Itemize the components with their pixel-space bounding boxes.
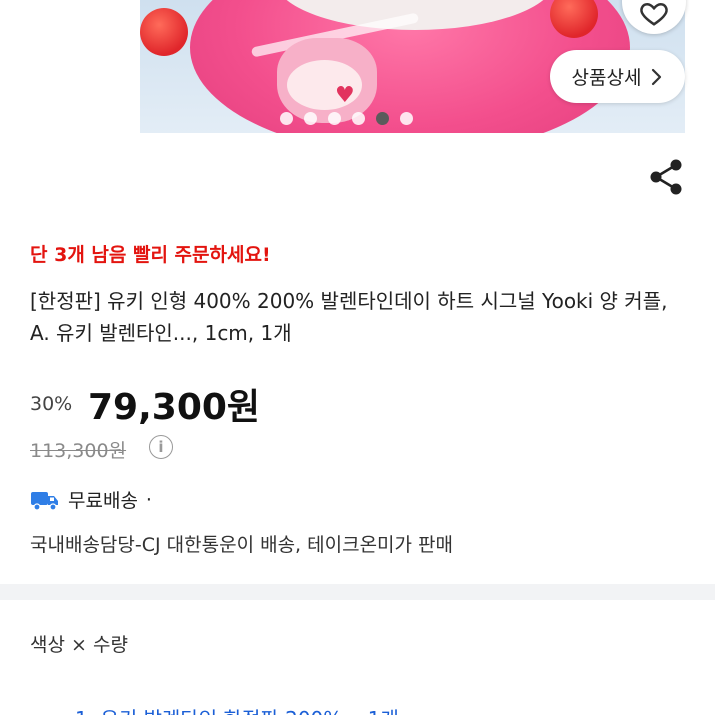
share-icon[interactable]	[648, 158, 684, 196]
image-margin-right	[685, 0, 715, 133]
truck-icon	[31, 491, 58, 511]
selected-option-item[interactable]: 1. 유키 발렌타인 한정판 200%... 1개	[75, 703, 399, 715]
product-detail-label: 상품상세	[571, 67, 642, 89]
plush-bib: ♥	[277, 38, 377, 123]
product-detail-button[interactable]: 상품상세	[550, 50, 685, 103]
pompom-left	[140, 8, 188, 56]
image-margin-left	[0, 0, 140, 133]
stock-urgency-text: 단 3개 남음 빨리 주문하세요!	[30, 244, 271, 266]
carousel-dot[interactable]	[304, 112, 317, 125]
carousel-dots	[280, 112, 413, 125]
product-title: [한정판] 유키 인형 400% 200% 발렌타인데이 하트 시그널 Yook…	[30, 289, 668, 345]
bib-heart: ♥	[335, 83, 355, 108]
carousel-dot-active[interactable]	[376, 112, 389, 125]
carousel-dot[interactable]	[352, 112, 365, 125]
shipping-row: 무료배송 ·	[30, 486, 152, 513]
shipping-separator: ·	[145, 488, 152, 511]
original-price: 113,300원	[30, 440, 127, 462]
info-icon[interactable]: i	[149, 435, 173, 459]
sale-price: 79,300원	[88, 387, 261, 428]
carousel-dot[interactable]	[280, 112, 293, 125]
section-divider	[0, 584, 715, 600]
option-section-title: 색상 × 수량	[30, 634, 128, 656]
carousel-dot[interactable]	[328, 112, 341, 125]
seller-info: 국내배송담당-CJ 대한통운이 배송, 테이크온미가 판매	[30, 534, 454, 556]
chevron-right-icon	[652, 68, 662, 85]
carousel-dot[interactable]	[400, 112, 413, 125]
shipping-label: 무료배송	[68, 490, 138, 512]
heart-icon	[640, 2, 668, 26]
discount-rate: 30%	[30, 393, 73, 415]
